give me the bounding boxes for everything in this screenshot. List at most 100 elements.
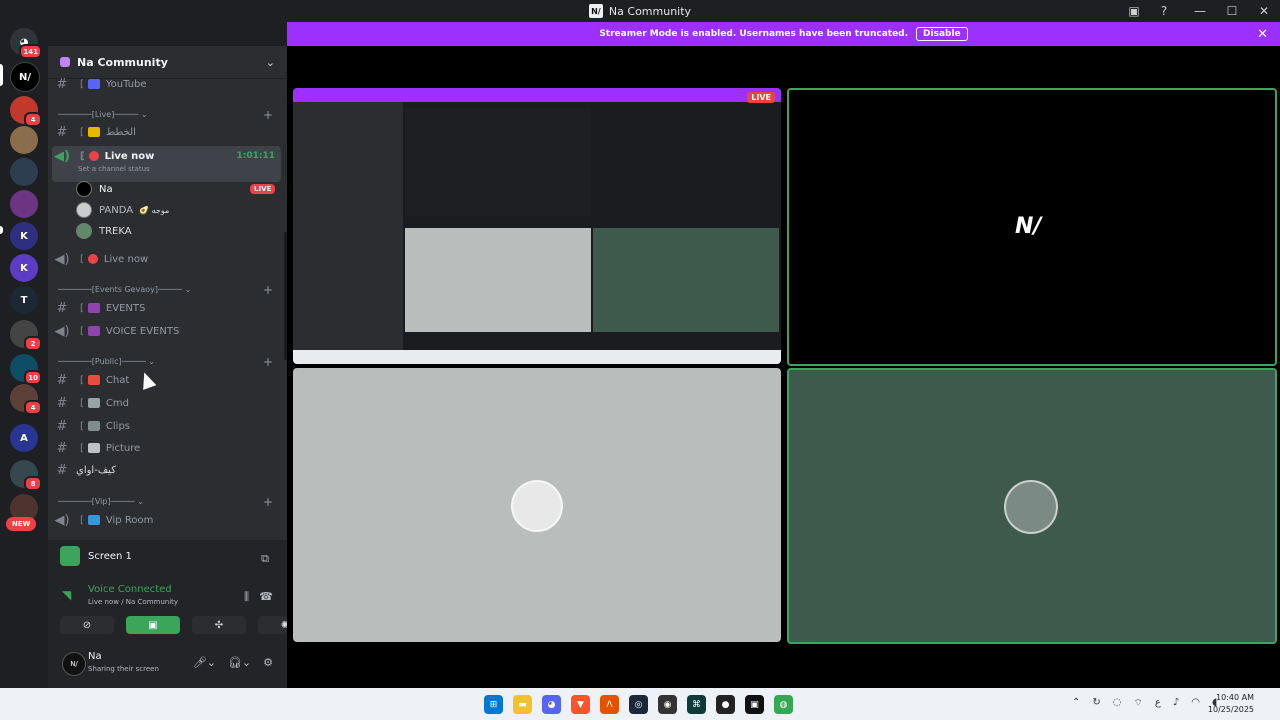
popout-icon[interactable]: ⧉ xyxy=(261,552,269,566)
server-icon[interactable]: 4 xyxy=(10,384,42,415)
add-channel-icon[interactable]: + xyxy=(263,355,273,369)
nested-sidebar xyxy=(293,102,403,350)
server-icon[interactable]: 2 xyxy=(10,320,42,351)
file-explorer-icon[interactable]: ▬ xyxy=(513,695,532,714)
chevron-down-icon: ⌄ xyxy=(265,55,275,69)
avatar xyxy=(76,181,92,197)
nested-tile xyxy=(593,228,779,332)
screen-share-button[interactable]: ▣ xyxy=(126,616,180,634)
category-events[interactable]: ───────[ Events Gevaoy ]───── ⌄ + xyxy=(58,283,283,297)
channel-khat[interactable]: #[الخطط xyxy=(48,122,287,142)
live-badge: LIVE xyxy=(250,184,276,194)
server-icon[interactable]: K xyxy=(10,254,38,282)
camera-off-button[interactable]: ⊘ xyxy=(60,616,114,634)
voice-channel-events[interactable]: ◀)[VOICE EVENTS xyxy=(48,321,287,341)
disable-button[interactable]: Disable xyxy=(916,27,968,41)
voice-channel-live-now[interactable]: ◀)[Live now 1:01:11 xyxy=(48,146,287,166)
windows-taskbar: ⊞ ▬ ◕ ▼ Λ ◎ ◉ ⌘ ● ▣ ◍ ⌃ ↻ ◌ ⌔ ع ♪ ◠ ◖ 10… xyxy=(0,688,1280,720)
server-icon[interactable]: 4 xyxy=(10,96,42,127)
close-window-button[interactable]: ✕ xyxy=(1248,0,1280,22)
stream-tile-na[interactable]: N/ xyxy=(787,88,1277,366)
app-icon[interactable]: ● xyxy=(716,695,735,714)
screen-label: Screen 1 xyxy=(88,550,132,562)
mic-tray-icon[interactable]: ♪ xyxy=(1173,697,1179,710)
voice-user[interactable]: PANDA 🥑 موجه xyxy=(76,200,169,220)
language-icon[interactable]: ع xyxy=(1155,697,1161,710)
inbox-icon[interactable]: ▣ xyxy=(1126,3,1142,19)
add-channel-icon[interactable]: + xyxy=(263,495,273,509)
terminal-icon[interactable]: ⌘ xyxy=(687,695,706,714)
maximize-button[interactable]: ☐ xyxy=(1216,0,1248,22)
hash-icon: # xyxy=(56,300,68,316)
channel-chat[interactable]: #[Chat xyxy=(48,370,287,390)
set-channel-status[interactable]: Set a channel status xyxy=(78,165,150,173)
hash-icon: # xyxy=(56,440,68,456)
chrome-icon[interactable]: ◍ xyxy=(774,695,793,714)
stream-tile-panda[interactable] xyxy=(293,368,781,642)
minimize-button[interactable]: — xyxy=(1184,0,1216,22)
voice-channel-live-now-2[interactable]: ◀)[Live now xyxy=(48,249,287,269)
channel-clips[interactable]: #[Clips xyxy=(48,416,287,436)
category-vip[interactable]: ───────[ Vip ]───── ⌄ + xyxy=(58,495,283,509)
selected-indicator xyxy=(0,64,3,86)
server-icon[interactable] xyxy=(10,158,38,186)
stream-tile-treka[interactable] xyxy=(787,368,1277,644)
server-icon[interactable]: T xyxy=(10,286,38,314)
stream-tile-screen[interactable]: LIVE xyxy=(293,88,781,364)
server-icon[interactable]: A xyxy=(10,424,38,452)
brave-icon[interactable]: ▼ xyxy=(571,695,590,714)
home-button[interactable]: ◕ 141 xyxy=(10,28,42,59)
app-tray-icon[interactable]: ◌ xyxy=(1113,697,1122,710)
channel-picture[interactable]: #[Picture xyxy=(48,438,287,458)
screen-share-icon xyxy=(60,546,80,566)
close-icon[interactable]: ✕ xyxy=(1257,27,1268,42)
steam-icon[interactable]: ◎ xyxy=(629,695,648,714)
microphone-icon[interactable]: 🎤︎⌄ xyxy=(193,656,216,669)
headphones-icon[interactable]: 🎧︎⌄ xyxy=(228,656,251,669)
server-folder[interactable]: 8 xyxy=(10,460,42,491)
signal-icon: ◥ xyxy=(62,588,72,602)
server-icon[interactable]: 10 xyxy=(10,354,42,385)
chevron-up-icon[interactable]: ⌃ xyxy=(1072,697,1080,710)
hash-icon: # xyxy=(56,462,68,478)
app-icon[interactable]: Λ xyxy=(600,695,619,714)
voice-channel-vip-room[interactable]: ◀)[Vip Room xyxy=(48,510,287,530)
channel-youtube[interactable]: #[YouTube xyxy=(48,74,287,94)
avatar xyxy=(76,223,92,239)
server-icon[interactable] xyxy=(10,126,38,154)
nested-tile xyxy=(405,228,591,332)
guild-icon xyxy=(60,57,70,67)
channel-events[interactable]: #[EVENTS xyxy=(48,298,287,318)
activities-button[interactable]: ✣ xyxy=(192,616,246,634)
noise-suppression-icon[interactable]: ⫼ xyxy=(244,590,249,604)
banner-text: Streamer Mode is enabled. Usernames have… xyxy=(599,29,909,39)
wifi-icon[interactable]: ◠ xyxy=(1191,697,1200,710)
channel-cmd[interactable]: #[Cmd xyxy=(48,393,287,413)
avatar xyxy=(76,202,92,218)
server-icon-na[interactable]: N/ xyxy=(10,62,40,92)
user-panel: N/ Na Sharing their screen 🎤︎⌄ 🎧︎⌄ ⚙ xyxy=(48,640,287,688)
settings-gear-icon[interactable]: ⚙ xyxy=(263,656,273,669)
discord-taskbar-icon[interactable]: ◕ xyxy=(542,695,561,714)
server-icon[interactable]: K xyxy=(10,222,38,250)
add-channel-icon[interactable]: + xyxy=(263,108,273,122)
add-channel-icon[interactable]: + xyxy=(263,283,273,297)
category-live[interactable]: ───────[ Live ]───── ⌄ + xyxy=(58,108,283,122)
disconnect-icon[interactable]: ☎ xyxy=(259,590,273,603)
app-icon[interactable]: ▣ xyxy=(745,695,764,714)
avatar[interactable]: N/ xyxy=(62,652,86,676)
obs-icon[interactable]: ◉ xyxy=(658,695,677,714)
sync-icon[interactable]: ↻ xyxy=(1092,697,1100,710)
category-public[interactable]: ───────[ Public ]───── ⌄ + xyxy=(58,355,283,369)
system-clock[interactable]: 10:40 AM 10/25/2025 xyxy=(1208,692,1254,716)
screen-share-row: Screen 1 xyxy=(60,546,132,566)
network-icon[interactable]: ⌔ xyxy=(1134,697,1143,710)
new-badge: NEW xyxy=(6,517,37,531)
channel-kif[interactable]: # كيف-اواي xyxy=(48,460,287,480)
home-mention-badge: 141 xyxy=(19,44,42,59)
server-icon[interactable] xyxy=(10,190,38,218)
voice-user[interactable]: TREKA xyxy=(76,221,132,241)
windows-start-icon[interactable]: ⊞ xyxy=(484,695,503,714)
help-icon[interactable]: ? xyxy=(1156,3,1172,19)
voice-user[interactable]: Na xyxy=(76,179,113,199)
